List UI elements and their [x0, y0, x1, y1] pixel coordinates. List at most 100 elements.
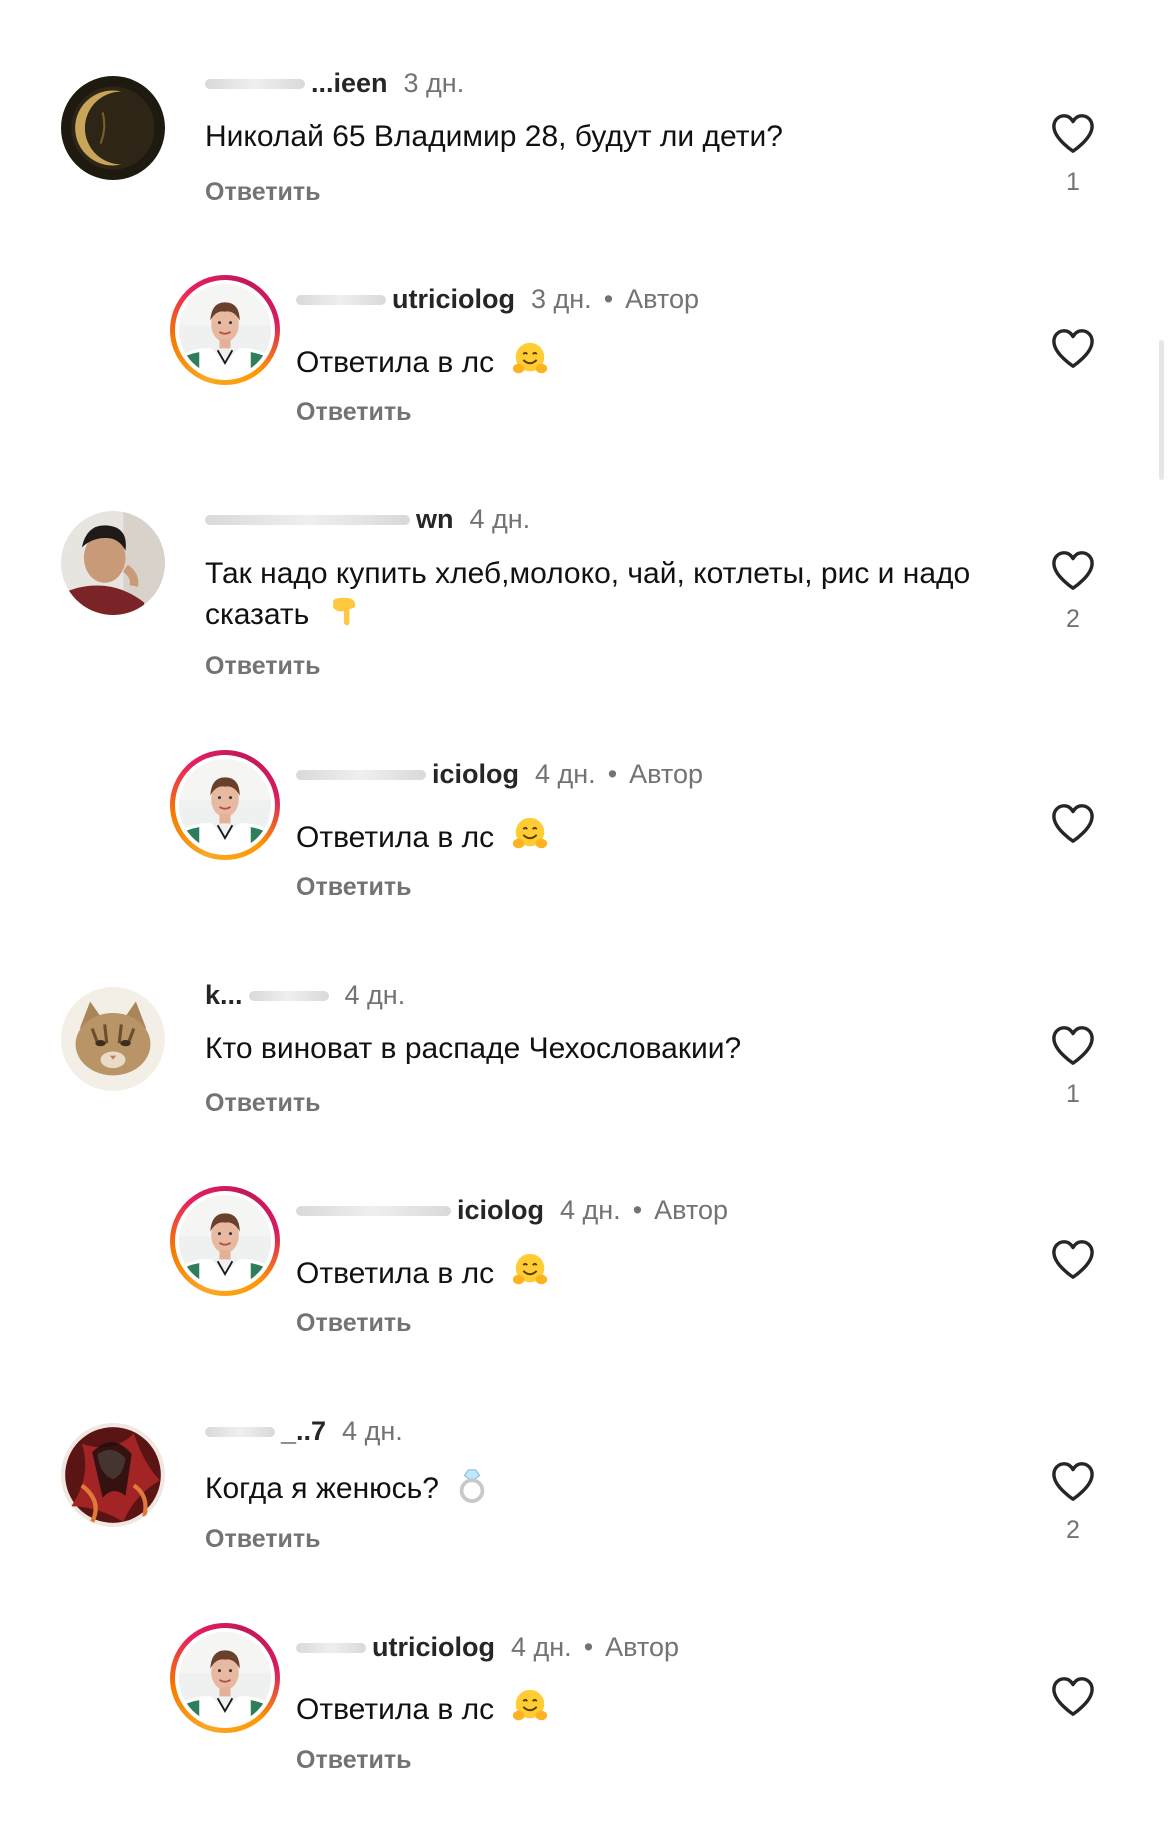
- like-control: 1: [1048, 112, 1098, 197]
- reply-button[interactable]: Ответить: [296, 398, 412, 427]
- comment-meta: k... 4 дн.: [205, 980, 405, 1011]
- blurred-username: [205, 514, 410, 525]
- avatar[interactable]: [170, 275, 280, 385]
- author-badge: Автор: [625, 284, 699, 314]
- separator-dot: •: [632, 1195, 643, 1225]
- heart-icon[interactable]: [1050, 549, 1096, 591]
- blurred-username: [248, 990, 329, 1001]
- reply-button[interactable]: Ответить: [205, 178, 321, 207]
- comment-text-content: Когда я женюсь?: [205, 1471, 439, 1505]
- username[interactable]: k...: [205, 980, 243, 1011]
- comment-meta: iciolog 4 дн. • Автор: [296, 1195, 728, 1226]
- like-count: 2: [1066, 605, 1080, 633]
- comment-text: Так надо купить хлеб,молоко, чай, котлет…: [205, 555, 985, 639]
- comment-text: Когда я женюсь?: [205, 1466, 985, 1514]
- username[interactable]: wn: [416, 504, 454, 535]
- timestamp: 4 дн.: [342, 1416, 403, 1446]
- anime-avatar-icon: [61, 1423, 165, 1527]
- heart-icon[interactable]: [1050, 327, 1096, 369]
- reply-button[interactable]: Ответить: [296, 1746, 412, 1775]
- avatar[interactable]: [170, 1186, 280, 1296]
- heart-icon[interactable]: [1050, 1238, 1096, 1280]
- comment-text: Кто виноват в распаде Чехословакии?: [205, 1032, 742, 1065]
- like-control: [1048, 802, 1098, 844]
- heart-icon[interactable]: [1050, 1460, 1096, 1502]
- like-control: 2: [1048, 549, 1098, 634]
- comment-meta: wn 4 дн.: [205, 504, 530, 535]
- heart-icon[interactable]: [1050, 112, 1096, 154]
- timestamp: 4 дн.: [344, 980, 406, 1010]
- username[interactable]: iciolog: [432, 759, 519, 790]
- separator-dot: •: [583, 1632, 594, 1662]
- separator-dot: •: [603, 284, 614, 314]
- comment-text-content: Ответила в лс: [296, 1692, 495, 1726]
- nutritionist-avatar-icon: [179, 1195, 271, 1287]
- ring-icon: [455, 1466, 489, 1514]
- username[interactable]: utriciolog: [372, 1632, 495, 1663]
- blurred-username: [296, 294, 386, 305]
- nutritionist-avatar-icon: [179, 284, 271, 376]
- avatar[interactable]: [170, 1623, 280, 1733]
- hugging-face-icon: [511, 1251, 549, 1299]
- comment-text: Ответила в лс: [296, 1251, 1076, 1299]
- comment-meta: utriciolog 4 дн. • Автор: [296, 1632, 679, 1663]
- scrollbar[interactable]: [1159, 340, 1164, 480]
- comment-meta: ...ieen 3 дн.: [205, 68, 464, 99]
- comment-text-content: Ответила в лс: [296, 345, 495, 379]
- blurred-username: [205, 78, 305, 89]
- comment-text-content: Так надо купить хлеб,молоко, чай, котлет…: [205, 557, 971, 631]
- timestamp: 3 дн.: [531, 284, 592, 314]
- comment-meta: utriciolog 3 дн. • Автор: [296, 284, 699, 315]
- reply-button[interactable]: Ответить: [205, 1525, 321, 1554]
- comment-text: Ответила в лс: [296, 815, 1076, 863]
- nutritionist-avatar-icon: [179, 1632, 271, 1724]
- like-control: [1048, 327, 1098, 369]
- blurred-username: [205, 1426, 275, 1437]
- pointing-down-icon: [326, 593, 362, 639]
- avatar[interactable]: [61, 1423, 165, 1527]
- heart-icon[interactable]: [1050, 1675, 1096, 1717]
- cat-avatar-icon: [61, 987, 165, 1091]
- like-count: 2: [1066, 1516, 1080, 1544]
- comment-meta: iciolog 4 дн. • Автор: [296, 759, 703, 790]
- like-control: [1048, 1238, 1098, 1280]
- avatar[interactable]: [61, 987, 165, 1091]
- comment-text-content: Ответила в лс: [296, 1256, 495, 1290]
- avatar[interactable]: [61, 511, 165, 615]
- avatar[interactable]: [170, 750, 280, 860]
- blurred-username: [296, 1642, 366, 1653]
- reply-button[interactable]: Ответить: [205, 1089, 321, 1118]
- hugging-face-icon: [511, 1687, 549, 1735]
- hugging-face-icon: [511, 340, 549, 388]
- comment-text: Николай 65 Владимир 28, будут ли дети?: [205, 120, 783, 153]
- reply-button[interactable]: Ответить: [296, 1309, 412, 1338]
- nutritionist-avatar-icon: [179, 759, 271, 851]
- heart-icon[interactable]: [1050, 802, 1096, 844]
- timestamp: 4 дн.: [469, 504, 531, 534]
- comment-meta: _..7 4 дн.: [205, 1416, 403, 1447]
- hugging-face-icon: [511, 815, 549, 863]
- author-badge: Автор: [654, 1195, 728, 1225]
- like-count: 1: [1066, 1080, 1080, 1108]
- username[interactable]: ...ieen: [311, 68, 388, 99]
- timestamp: 4 дн.: [511, 1632, 572, 1662]
- timestamp: 3 дн.: [403, 68, 465, 98]
- like-control: 2: [1048, 1460, 1098, 1545]
- username[interactable]: iciolog: [457, 1195, 544, 1226]
- timestamp: 4 дн.: [535, 759, 596, 789]
- separator-dot: •: [607, 759, 618, 789]
- like-control: 1: [1048, 1024, 1098, 1109]
- author-badge: Автор: [629, 759, 703, 789]
- reply-button[interactable]: Ответить: [205, 652, 321, 681]
- heart-icon[interactable]: [1050, 1024, 1096, 1066]
- blurred-username: [296, 1205, 451, 1216]
- author-badge: Автор: [605, 1632, 679, 1662]
- avatar[interactable]: [61, 76, 165, 180]
- man-avatar-icon: [61, 511, 165, 615]
- like-control: [1048, 1675, 1098, 1717]
- username[interactable]: _..7: [281, 1416, 326, 1447]
- like-count: 1: [1066, 168, 1080, 196]
- username[interactable]: utriciolog: [392, 284, 515, 315]
- reply-button[interactable]: Ответить: [296, 873, 412, 902]
- blurred-username: [296, 769, 426, 780]
